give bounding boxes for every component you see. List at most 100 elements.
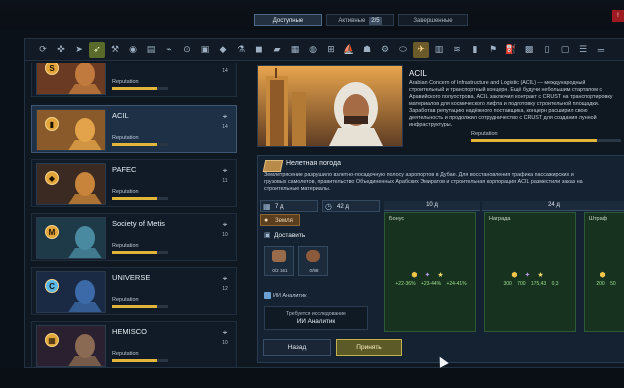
construction-materials-icon bbox=[262, 160, 284, 172]
corporation-portrait: M bbox=[36, 217, 106, 259]
corporation-item[interactable]: C UNIVERSE Reputation ⌖ 12 bbox=[31, 267, 237, 315]
corporation-list: S SCC South Wind Reputation ⌖ 14 ▮ ACIL Reputat… bbox=[31, 63, 243, 367]
panel-icon[interactable]: ▦ bbox=[287, 42, 303, 58]
cart-icon[interactable]: ⊞ bbox=[323, 42, 339, 58]
crate-icon[interactable]: ▣ bbox=[197, 42, 213, 58]
tab-completed[interactable]: Завершенные bbox=[398, 14, 468, 26]
gear-icon[interactable]: ⚙ bbox=[377, 42, 393, 58]
mission-description: Землетрясение разрушило взлетно-посадочн… bbox=[264, 172, 583, 192]
cargo-item-spool[interactable]: 0/98 bbox=[298, 246, 328, 276]
pipe-icon[interactable]: ═ bbox=[593, 42, 609, 58]
tool-icon[interactable]: ⚒ bbox=[107, 42, 123, 58]
back-button[interactable]: Назад bbox=[263, 339, 331, 356]
bonus-values: +22-36% +23-44% +24-41% bbox=[395, 281, 467, 287]
location-count: 10 bbox=[222, 340, 228, 346]
reputation-label: Reputation bbox=[112, 351, 139, 357]
timeline-segment: 10 д bbox=[384, 201, 480, 211]
corporation-item[interactable]: ▦ HEMISCO Reputation ⌖ 10 bbox=[31, 321, 237, 367]
location-count: 12 bbox=[222, 286, 228, 292]
flag-icon[interactable]: ⚑ bbox=[485, 42, 501, 58]
tablet-icon[interactable]: ▢ bbox=[557, 42, 573, 58]
chip-icon[interactable]: ▩ bbox=[521, 42, 537, 58]
science-icon: ✦ bbox=[424, 272, 438, 279]
reward-payment: Награда ⬢✦★ 300 700 175,43 0,3 bbox=[484, 212, 576, 332]
tab-available[interactable]: Доступные bbox=[254, 14, 322, 26]
reputation-bar bbox=[112, 143, 168, 146]
mission-status-bar: Доступные Активные 2/5 Завершенные ! bbox=[0, 0, 624, 30]
globe-icon: ● bbox=[264, 217, 269, 224]
research-required-box[interactable]: Требуется исследование ИИ Аналитик bbox=[264, 306, 368, 330]
satellite-icon[interactable]: ⊙ bbox=[179, 42, 195, 58]
reputation-label: Reputation bbox=[471, 131, 498, 137]
alert-icon[interactable]: ! bbox=[612, 10, 624, 22]
reward-bonus: Бонус ⬢✦★ +22-36% +23-44% +24-41% bbox=[384, 212, 476, 332]
tab-active[interactable]: Активные 2/5 bbox=[326, 14, 394, 26]
reputation-bar bbox=[112, 305, 168, 308]
beaker-icon[interactable]: ⚗ bbox=[233, 42, 249, 58]
analytics-requirement: ИИ Аналитик bbox=[264, 292, 306, 299]
reputation-label: Reputation bbox=[112, 243, 139, 249]
corporation-item[interactable]: ▮ ACIL Reputation ⌖ 14 bbox=[31, 105, 237, 153]
corporation-description: Arabian Concern of Infrastructure and Lo… bbox=[409, 80, 613, 128]
gem-icon[interactable]: ◆ bbox=[215, 42, 231, 58]
location-pin-icon: ⌖ bbox=[222, 274, 228, 283]
capsule-icon[interactable]: ⬭ bbox=[395, 42, 411, 58]
credits-icon: ⬢ bbox=[411, 272, 425, 279]
server-icon[interactable]: ☰ bbox=[575, 42, 591, 58]
barrel-icon[interactable]: ▮ bbox=[467, 42, 483, 58]
location-count: 14 bbox=[222, 68, 228, 74]
reputation-label: Reputation bbox=[112, 297, 139, 303]
gamepad-icon[interactable]: ✜ bbox=[53, 42, 69, 58]
location-count: 11 bbox=[222, 178, 228, 184]
corporation-logo: ▦ bbox=[45, 333, 59, 347]
location-pin-icon: ⌖ bbox=[222, 328, 228, 337]
robot-icon[interactable]: ☗ bbox=[359, 42, 375, 58]
reputation-bar bbox=[112, 359, 168, 362]
ingot-icon[interactable]: ▰ bbox=[269, 42, 285, 58]
zone-badge: ● Земля bbox=[260, 214, 300, 226]
corporation-item[interactable]: M Society of Metis Reputation ⌖ 10 bbox=[31, 213, 237, 261]
science-icon: ✦ bbox=[524, 272, 538, 279]
tank-icon[interactable]: ▥ bbox=[431, 42, 447, 58]
drone-icon[interactable]: ✈ bbox=[413, 41, 429, 58]
rocket-icon[interactable]: ➶ bbox=[89, 41, 105, 58]
corporation-name: ACIL bbox=[112, 111, 129, 120]
drill-icon[interactable]: ⌁ bbox=[161, 42, 177, 58]
reputation-icon: ★ bbox=[537, 272, 551, 279]
planet-icon[interactable]: ◍ bbox=[305, 42, 321, 58]
contracts-window: ⟳✜➤➶⚒◉▤⌁⊙▣◆⚗◼▰▦◍⊞⛵☗⚙⬭✈▥≋▮⚑⛽▩▯▢☰═ SSCC So… bbox=[24, 38, 624, 368]
location-pin-icon: ⌖ bbox=[220, 63, 230, 66]
container-icon[interactable]: ▤ bbox=[143, 42, 159, 58]
battery-icon[interactable]: ▯ bbox=[539, 42, 555, 58]
corporation-portrait bbox=[257, 65, 403, 147]
fuel-icon[interactable]: ⛽ bbox=[503, 42, 519, 58]
corporation-logo: ▮ bbox=[45, 117, 59, 131]
corporation-name: ACIL bbox=[409, 69, 427, 78]
coil-icon[interactable]: ≋ bbox=[449, 42, 465, 58]
credits-icon: ⬢ bbox=[511, 272, 525, 279]
reputation-bar bbox=[112, 87, 168, 90]
ai-icon bbox=[264, 292, 271, 299]
orb-icon[interactable]: ◉ bbox=[125, 42, 141, 58]
accept-button[interactable]: Принять bbox=[336, 339, 402, 356]
ship-icon[interactable]: ⛵ bbox=[341, 42, 357, 58]
mission-title: Нелетная погода bbox=[286, 160, 341, 167]
corporation-item[interactable]: ◆ PAFEC Reputation ⌖ 11 bbox=[31, 159, 237, 207]
location-pin-icon: ⌖ bbox=[222, 112, 228, 121]
reward-penalty: Штраф ⬢ 200 50 bbox=[584, 212, 624, 332]
refresh-icon[interactable]: ⟳ bbox=[35, 42, 51, 58]
reputation-bar bbox=[471, 139, 621, 142]
calendar-icon: ▦ bbox=[263, 202, 271, 211]
corporation-name: Society of Metis bbox=[112, 219, 165, 228]
bullet-icon[interactable]: ➤ bbox=[71, 42, 87, 58]
corporation-portrait: ◆ bbox=[36, 163, 106, 205]
corporation-portrait: ▦ bbox=[36, 325, 106, 367]
corporation-item[interactable]: S SCC South Wind Reputation ⌖ 14 bbox=[31, 63, 237, 97]
cube-icon[interactable]: ◼ bbox=[251, 42, 267, 58]
corporation-name: HEMISCO bbox=[112, 327, 148, 336]
mission-timeline: 10 д 24 д bbox=[384, 201, 624, 211]
deliver-icon: ▣ bbox=[264, 232, 271, 239]
active-count-badge: 2/5 bbox=[369, 17, 382, 25]
cargo-item-bricks[interactable]: 0/2 161 bbox=[264, 246, 294, 276]
bricks-icon bbox=[272, 250, 286, 262]
